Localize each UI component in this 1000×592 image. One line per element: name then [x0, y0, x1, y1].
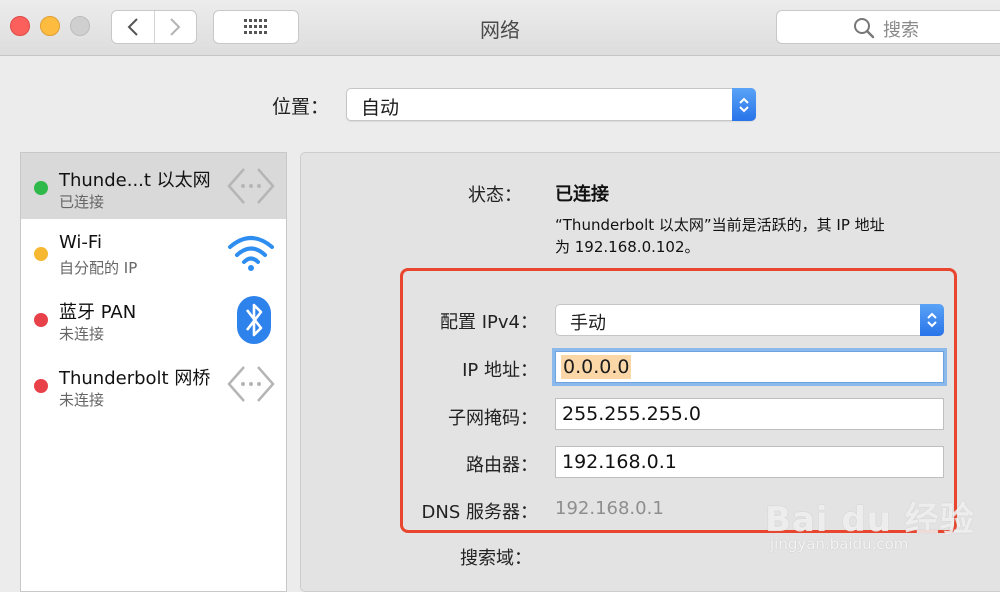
- status-label: 状态：: [468, 185, 522, 206]
- service-status: 未连接: [59, 325, 105, 343]
- router-label: 路由器：: [466, 455, 538, 476]
- ethernet-arrows-icon: [227, 366, 275, 402]
- status-dot: [34, 181, 48, 195]
- service-name: 蓝牙 PAN: [59, 302, 137, 323]
- location-select[interactable]: 自动: [346, 88, 756, 121]
- search-icon: [854, 18, 875, 39]
- configure-ipv4-label: 配置 IPv4：: [440, 312, 538, 333]
- status-description-line: 为 192.168.0.102。: [555, 238, 700, 256]
- ethernet-arrows-icon: [227, 168, 275, 204]
- status-dot: [34, 313, 48, 327]
- subnet-mask-field[interactable]: [555, 398, 944, 430]
- subnet-mask-label: 子网掩码：: [448, 408, 538, 429]
- service-item-thunderbolt-ethernet[interactable]: Thunde...t 以太网 已连接: [21, 153, 286, 219]
- status-description-line: “Thunderbolt 以太网”当前是活跃的，其 IP 地址: [555, 216, 885, 234]
- service-item-wifi[interactable]: Wi-Fi 自分配的 IP: [21, 219, 286, 285]
- dns-server-value: 192.168.0.1: [555, 498, 664, 519]
- dns-server-label: DNS 服务器：: [421, 502, 538, 523]
- service-name: Thunde...t 以太网: [59, 170, 211, 191]
- up-down-chevron-icon: [927, 312, 937, 328]
- configure-ipv4-select[interactable]: 手动: [555, 304, 944, 336]
- configure-ipv4-value: 手动: [570, 313, 606, 334]
- status-value: 已连接: [555, 184, 609, 205]
- service-item-thunderbolt-bridge[interactable]: Thunderbolt 网桥 未连接: [21, 351, 286, 417]
- status-description: “Thunderbolt 以太网”当前是活跃的，其 IP 地址 为 192.16…: [555, 214, 955, 258]
- location-stepper: [732, 88, 756, 121]
- watermark-logo: Bai du 经验: [765, 500, 975, 540]
- service-list: Thunde...t 以太网 已连接 Wi-Fi 自分配的 IP 蓝牙 PAN …: [20, 152, 287, 592]
- location-label: 位置：: [272, 96, 330, 118]
- search-domain-label: 搜索域：: [460, 548, 532, 569]
- ip-address-value: 0.0.0.0: [561, 355, 632, 379]
- wifi-icon: [228, 236, 274, 271]
- router-field[interactable]: [555, 446, 944, 478]
- service-status: 未连接: [59, 391, 105, 409]
- search-field[interactable]: 搜索: [776, 10, 1000, 44]
- service-status: 已连接: [59, 193, 105, 211]
- location-value: 自动: [361, 97, 400, 119]
- ip-address-label: IP 地址：: [462, 360, 538, 381]
- configure-ipv4-stepper: [920, 304, 944, 336]
- watermark-url: jingyan.baidu.com: [770, 535, 909, 553]
- service-status: 自分配的 IP: [59, 259, 138, 277]
- bluetooth-icon: [237, 296, 271, 344]
- status-dot: [34, 247, 48, 261]
- status-dot: [34, 379, 48, 393]
- service-name: Thunderbolt 网桥: [59, 368, 211, 389]
- search-placeholder: 搜索: [883, 20, 919, 41]
- service-name: Wi-Fi: [59, 232, 102, 253]
- service-item-bluetooth-pan[interactable]: 蓝牙 PAN 未连接: [21, 285, 286, 351]
- title-bar: 网络 搜索: [0, 0, 1000, 56]
- up-down-chevron-icon: [739, 97, 749, 112]
